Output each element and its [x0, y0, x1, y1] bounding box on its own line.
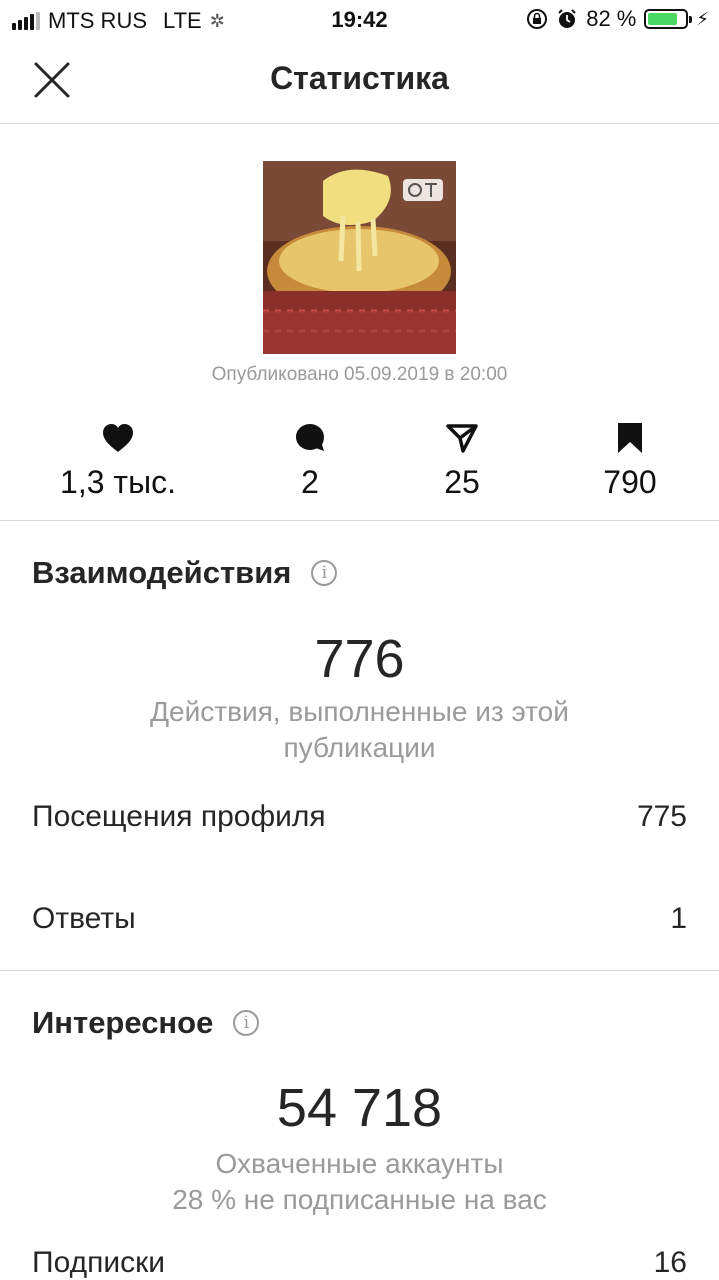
reach-total: 54 718 — [276, 1078, 443, 1138]
interactions-title: Взаимодействия — [32, 555, 292, 590]
shares-count: 25 — [444, 464, 480, 500]
post-insights-screen: MTS RUS LTE ✲ 19:42 82 % ⚡ Статистика Оп… — [0, 0, 719, 1280]
row-label: Подписки — [32, 1246, 165, 1279]
saves-stat: 790 — [540, 420, 719, 501]
share-icon — [446, 424, 478, 453]
info-icon[interactable]: i — [233, 1010, 260, 1036]
interactions-section-title: Взаимодействия i — [32, 555, 338, 591]
heart-icon — [103, 424, 133, 452]
battery-fill — [648, 13, 678, 25]
status-bar: MTS RUS LTE ✲ 19:42 82 % ⚡ — [0, 0, 719, 40]
bookmark-icon — [618, 423, 642, 453]
profile-visits-row[interactable]: Посещения профиля 775 — [32, 800, 687, 834]
divider — [0, 520, 719, 521]
row-label: Посещения профиля — [32, 800, 326, 833]
food-photo — [263, 161, 456, 354]
comment-icon — [296, 424, 324, 451]
interactions-total: 776 — [314, 629, 405, 689]
info-icon[interactable]: i — [311, 560, 338, 586]
charging-icon: ⚡ — [696, 8, 709, 29]
battery-percent: 82 % — [586, 6, 637, 31]
reach-caption: Охваченные аккаунты — [215, 1148, 504, 1179]
row-value: 16 — [653, 1246, 687, 1279]
non-followers-caption: 28 % не подписанные на вас — [172, 1184, 547, 1215]
alarm-icon — [558, 9, 576, 28]
likes-count: 1,3 тыс. — [60, 464, 176, 500]
nav-header: Статистика — [0, 40, 719, 124]
post-thumbnail[interactable] — [263, 161, 456, 354]
saves-count: 790 — [603, 464, 657, 500]
follows-row[interactable]: Подписки 16 — [32, 1246, 687, 1280]
interactions-caption: Действия, выполненные из этой публикации — [150, 696, 569, 763]
likes-stat: 1,3 тыс. — [28, 420, 208, 501]
discovery-section-title: Интересное i — [32, 1005, 260, 1041]
replies-row[interactable]: Ответы 1 — [32, 902, 687, 936]
status-right: 82 % ⚡ — [526, 6, 709, 32]
shares-stat: 25 — [372, 420, 552, 501]
orientation-lock-icon — [527, 9, 548, 29]
divider — [0, 970, 719, 971]
discovery-title: Интересное — [32, 1005, 214, 1040]
row-label: Ответы — [32, 902, 136, 935]
battery-icon — [644, 9, 693, 29]
published-date: Опубликовано 05.09.2019 в 20:00 — [211, 364, 508, 385]
engagement-stats: 1,3 тыс. 2 25 790 — [0, 420, 719, 520]
row-value: 1 — [670, 902, 687, 935]
page-title: Статистика — [270, 60, 449, 96]
row-value: 775 — [636, 800, 687, 833]
